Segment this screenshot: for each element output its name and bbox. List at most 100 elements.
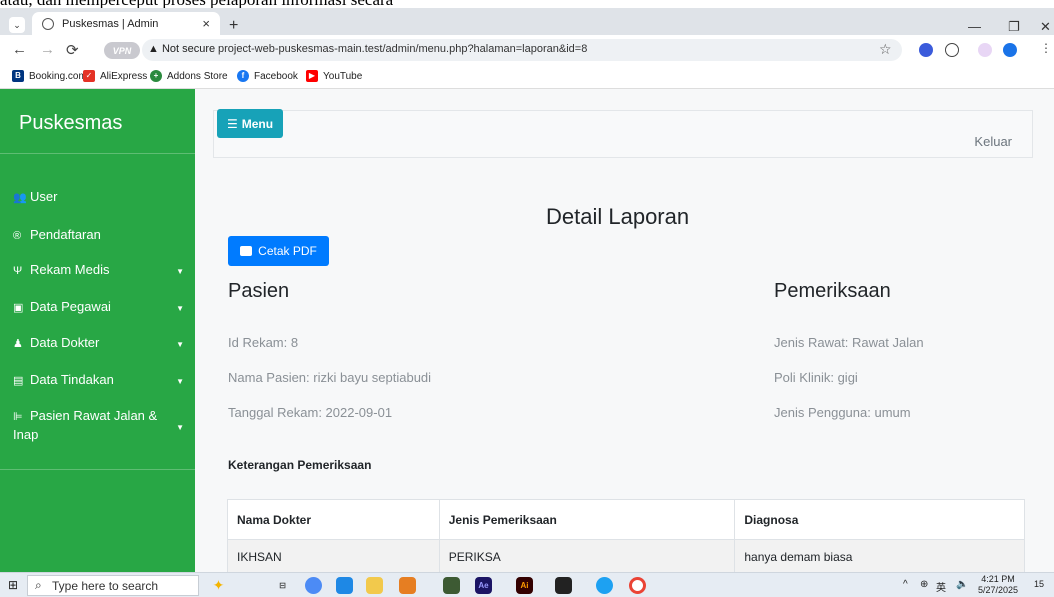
user-doctor-icon: ♟ [13,338,23,350]
extension-shield-icon[interactable] [919,43,933,57]
game-icon[interactable] [443,577,460,594]
table-header-row: Nama Dokter Jenis Pemeriksaan Diagnosa [227,499,1025,540]
keyboard-icon[interactable]: 英 [936,579,946,594]
address-bar-row: ← → ⟳ VPN ▲ Not secure project-web-puske… [0,35,1054,65]
figma-icon[interactable] [555,577,572,594]
warning-icon: ▲ [148,43,159,55]
bookmarks-bar: B Booking.com ✓ AliExpress + Addons Store f… [0,65,1054,89]
file-explorer-icon[interactable] [366,577,383,594]
tab-close-icon[interactable]: × [202,16,210,31]
diagnosis-cell: hanya demam biasa [734,539,1025,572]
bookmark-star-icon[interactable]: ☆ [879,41,892,58]
brand-title[interactable]: Puskesmas [19,112,122,135]
page-title: Detail Laporan [546,204,690,229]
column-header: Jenis Pemeriksaan [438,499,736,540]
app-icon[interactable] [596,577,613,594]
chevron-up-icon[interactable]: ^ [903,579,908,590]
logout-link[interactable]: Keluar [974,134,1012,149]
notifications-icon[interactable]: 15 [1034,579,1044,589]
app-icon[interactable] [399,577,416,594]
globe-icon [42,17,54,30]
chrome-icon[interactable] [629,577,646,594]
background-document-text: atau, dan memperceput proses pelaporan i… [0,0,1054,8]
chevron-down-icon: ▼ [176,304,184,313]
menu-icon: ☰ [226,116,238,131]
taskbar: ⊞ ⌕ Type here to search ✦ ⊟ Ae Ai ^ ⊕ 英 … [0,572,1054,597]
addons-icon: + [150,70,162,82]
sidebar-item-user[interactable]: 👥 User [0,189,195,204]
exam-notes-heading: Keterangan Pemeriksaan [228,458,372,472]
volume-icon[interactable]: 🔈 [956,579,968,590]
tab-search-button[interactable]: ⌄ [9,17,25,33]
divider [0,469,195,470]
facebook-icon: f [237,70,249,82]
clinic-icon: ▤ [13,375,24,387]
taskbar-search-input[interactable]: ⌕ Type here to search [27,575,199,596]
patient-record-id: Id Rekam: 8 [228,335,299,350]
sidebar-item-rekam-medis[interactable]: Ψ Rekam Medis ▼ [0,262,195,277]
security-label: Not secure [161,43,216,55]
url-text[interactable]: project-web-puskesmas-main.test/admin/me… [218,43,587,55]
back-icon[interactable]: ← [12,41,27,58]
sidebar-item-pendaftaran[interactable]: ® Pendaftaran [0,227,195,242]
care-type: Jenis Rawat: Rawat Jalan [774,335,924,350]
top-navbar [213,110,1033,158]
bookmark-facebook[interactable]: f Facebook [237,70,298,82]
exam-heading: Pemeriksaan [774,280,891,302]
print-pdf-button[interactable]: Cetak PDF [228,236,329,266]
after-effects-icon[interactable]: Ae [475,577,492,594]
sidebar: Puskesmas 👥 User ® Pendaftaran Ψ Rekam Medi… [0,89,195,572]
new-tab-button[interactable]: + [229,17,238,35]
exam-type-cell: PERIKSA [438,539,736,572]
chevron-down-icon: ▼ [176,423,184,432]
doctor-name-cell: IKHSAN [227,539,440,572]
copilot-sparkle-icon[interactable]: ✦ [210,577,227,594]
illustrator-icon[interactable]: Ai [516,577,533,594]
address-bar[interactable]: ▲ Not secure project-web-puskesmas-main.… [142,39,902,61]
profile-avatar-icon[interactable] [978,43,992,57]
divider [0,153,195,154]
task-view-icon[interactable]: ⊟ [274,577,291,594]
network-icon[interactable]: ⊕ [920,579,928,590]
bed-icon: ⊫ [13,411,23,423]
minimize-icon[interactable]: — [968,19,981,34]
user-type: Jenis Pengguna: umum [774,405,911,420]
web-page: Puskesmas 👥 User ® Pendaftaran Ψ Rekam Medi… [0,89,1054,572]
sidebar-item-pasien-rawat[interactable]: ⊫ Pasien Rawat Jalan & Inap ▼ [0,407,195,444]
security-indicator[interactable]: ▲ Not secure [148,43,215,55]
more-options-icon[interactable]: ⋮ [1040,41,1052,55]
chevron-down-icon: ▼ [176,377,184,386]
bookmark-booking[interactable]: B Booking.com [12,70,87,82]
booking-icon: B [12,70,24,82]
system-clock[interactable]: 4:21 PM 5/27/2025 [978,574,1018,596]
restore-icon[interactable]: ❐ [1008,19,1020,35]
chevron-down-icon: ▼ [176,267,184,276]
sidebar-item-data-pegawai[interactable]: ▣ Data Pegawai ▼ [0,299,195,314]
tab-title: Puskesmas | Admin [62,17,159,30]
users-icon: 👥 [13,192,27,204]
windows-start-icon[interactable]: ⊞ [8,578,18,592]
menu-toggle-button[interactable]: ☰ Menu [217,109,283,138]
bookmark-youtube[interactable]: ▶ YouTube [306,70,362,82]
bookmark-addons-store[interactable]: + Addons Store [150,70,228,82]
clinic: Poli Klinik: gigi [774,370,858,385]
vpn-badge[interactable]: VPN [104,42,140,59]
patient-heading: Pasien [228,280,290,302]
sidebar-item-data-tindakan[interactable]: ▤ Data Tindakan ▼ [0,372,195,387]
reload-icon[interactable]: ⟳ [66,41,79,59]
store-icon[interactable] [336,577,353,594]
forward-icon[interactable]: → [40,41,55,58]
widgets-icon[interactable] [305,577,322,594]
youtube-icon: ▶ [306,70,318,82]
close-window-icon[interactable]: ✕ [1040,19,1051,35]
extensions-puzzle-icon[interactable] [945,43,959,57]
stethoscope-icon: Ψ [13,265,23,277]
extension-check-icon[interactable] [1003,43,1017,57]
browser-tab-bar: ⌄ Puskesmas | Admin × + — ❐ ✕ [0,8,1054,35]
browser-tab[interactable]: Puskesmas | Admin × [32,12,220,35]
aliexpress-icon: ✓ [83,70,95,82]
sidebar-item-data-dokter[interactable]: ♟ Data Dokter ▼ [0,335,195,350]
column-header: Nama Dokter [227,499,440,540]
exam-table: Nama Dokter Jenis Pemeriksaan Diagnosa I… [227,499,1025,572]
bookmark-aliexpress[interactable]: ✓ AliExpress [83,70,147,82]
